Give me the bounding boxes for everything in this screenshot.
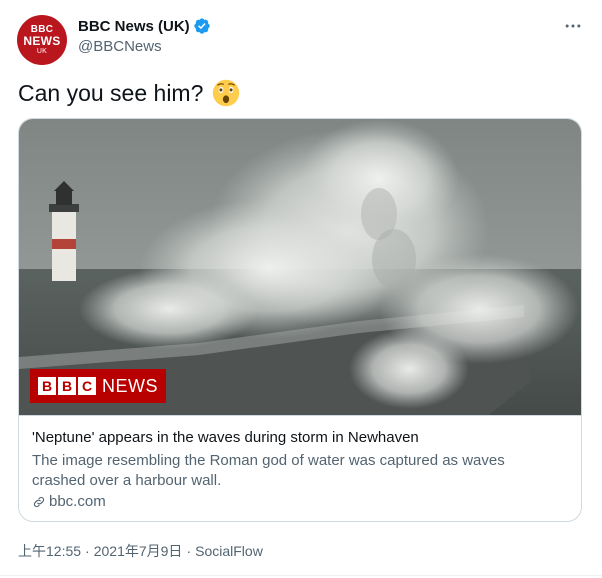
bbc-blocks: B B C	[38, 377, 98, 395]
card-divider	[19, 415, 581, 416]
tweet-text-content: Can you see him?	[18, 79, 204, 106]
author-name-row: BBC News (UK)	[78, 16, 211, 36]
card-domain[interactable]: bbc.com	[32, 493, 106, 510]
tweet-date[interactable]: 2021年7月9日	[94, 543, 183, 559]
bbc-news-logo: B B C NEWS	[30, 369, 166, 403]
tweet: BBC NEWS UK BBC News (UK) @BBCNews Can y…	[0, 0, 602, 578]
more-options-button[interactable]	[560, 15, 586, 37]
meta-separator: ·	[85, 543, 90, 559]
bbc-block-letter: C	[78, 377, 96, 395]
tweet-metadata: 上午12:55 · 2021年7月9日 · SocialFlow	[18, 541, 263, 561]
tweet-time[interactable]: 上午12:55	[18, 543, 81, 559]
card-title[interactable]: 'Neptune' appears in the waves during st…	[32, 429, 419, 446]
avatar-text-uk: UK	[36, 48, 48, 55]
tweet-text: Can you see him?	[18, 78, 240, 108]
card-domain-text: bbc.com	[49, 493, 106, 510]
avatar[interactable]: BBC NEWS UK	[17, 15, 67, 65]
card-description: The image resembling the Roman god of wa…	[32, 452, 505, 489]
meta-separator: ·	[186, 543, 192, 559]
bbc-block-letter: B	[38, 377, 56, 395]
display-name[interactable]: BBC News (UK)	[78, 18, 190, 35]
bottom-divider	[0, 575, 602, 576]
avatar-text-news: NEWS	[23, 34, 61, 48]
link-card[interactable]: B B C NEWS 'Neptune' appears in the wave…	[18, 118, 582, 522]
tweet-source[interactable]: SocialFlow	[195, 543, 263, 559]
author-handle[interactable]: @BBCNews	[78, 38, 162, 55]
verified-badge-icon	[194, 18, 210, 34]
bbc-news-word: NEWS	[102, 375, 158, 396]
more-horizontal-icon	[565, 24, 581, 28]
link-icon	[33, 496, 45, 507]
bbc-block-letter: B	[58, 377, 76, 395]
astonished-face-emoji-icon	[213, 79, 240, 107]
